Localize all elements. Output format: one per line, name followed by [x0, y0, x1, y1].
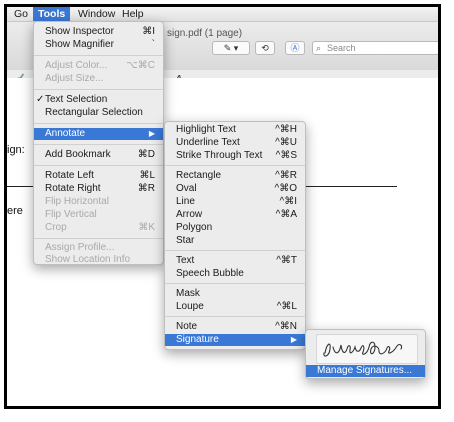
- signature-image: [323, 341, 403, 357]
- menu-bar: Go Tools Window Help: [7, 7, 438, 22]
- highlight-text-item[interactable]: Highlight Text ^⌘H: [165, 124, 305, 136]
- menu-separator: [165, 165, 305, 166]
- show-magnifier-item[interactable]: Show Magnifier `: [34, 39, 163, 51]
- flip-vertical-item: Flip Vertical: [45, 209, 97, 220]
- rectangular-selection-item[interactable]: Rectangular Selection: [34, 107, 163, 119]
- checkmark-icon: ✓: [36, 94, 45, 105]
- rotate-button[interactable]: ⟲: [255, 41, 275, 55]
- menu-separator: [34, 55, 163, 56]
- polygon-item[interactable]: Polygon: [165, 222, 305, 234]
- menu-window[interactable]: Window: [73, 7, 120, 21]
- oval-item[interactable]: Oval ^⌘O: [165, 183, 305, 195]
- document-text-sign: ign:: [7, 144, 25, 156]
- submenu-arrow-icon: ▶: [290, 335, 297, 344]
- manage-signatures-item[interactable]: Manage Signatures...: [306, 365, 425, 377]
- submenu-arrow-icon: ▶: [148, 129, 155, 138]
- underline-text-item[interactable]: Underline Text ^⌘U: [165, 137, 305, 149]
- menu-go[interactable]: Go: [9, 7, 33, 21]
- star-item[interactable]: Star: [165, 235, 305, 247]
- document-text-here: ere: [7, 205, 23, 217]
- annotate-item[interactable]: Annotate ▶: [34, 128, 163, 140]
- markup-circle-icon: Ⓐ: [290, 43, 300, 53]
- arrow-item[interactable]: Arrow ^⌘A: [165, 209, 305, 221]
- show-location-info-item: Show Location Info: [45, 254, 131, 265]
- rectangle-item[interactable]: Rectangle ^⌘R: [165, 170, 305, 182]
- menu-separator: [165, 250, 305, 251]
- text-selection-item[interactable]: ✓ Text Selection: [34, 94, 163, 106]
- chevron-down-icon: ▾: [231, 43, 239, 53]
- search-field[interactable]: ⌕ Search: [312, 41, 438, 55]
- menu-separator: [165, 316, 305, 317]
- menu-separator: [34, 165, 163, 166]
- menu-separator: [165, 283, 305, 284]
- menu-help[interactable]: Help: [117, 7, 149, 21]
- loupe-item[interactable]: Loupe ^⌘L: [165, 301, 305, 313]
- search-placeholder: Search: [327, 43, 356, 53]
- signature-submenu: Manage Signatures...: [305, 329, 426, 379]
- tools-menu: Show Inspector ⌘I Show Magnifier ` Adjust …: [33, 21, 164, 265]
- adjust-color-item: Adjust Color... ⌥⌘C: [45, 60, 155, 71]
- menu-separator: [34, 123, 163, 124]
- add-bookmark-item[interactable]: Add Bookmark ⌘D: [34, 149, 163, 161]
- rotate-icon: ⟲: [261, 43, 269, 53]
- menu-separator: [34, 89, 163, 90]
- menu-tools[interactable]: Tools: [33, 7, 71, 21]
- document-title: sign.pdf (1 page): [167, 28, 243, 39]
- rotate-right-item[interactable]: Rotate Right ⌘R: [34, 183, 163, 195]
- annotate-submenu: Highlight Text ^⌘H Underline Text ^⌘U Stri…: [164, 121, 306, 350]
- line-item[interactable]: Line ^⌘I: [165, 196, 305, 208]
- window-frame: Go Tools Window Help sign.pdf (1 page) ✎…: [4, 4, 441, 409]
- assign-profile-item: Assign Profile...: [45, 242, 115, 253]
- adjust-size-item: Adjust Size...: [45, 73, 104, 84]
- signature-item[interactable]: Signature ▶: [165, 334, 305, 346]
- pen-markup-button[interactable]: ✎ ▾: [212, 41, 250, 55]
- mask-item[interactable]: Mask: [165, 288, 305, 300]
- flip-horizontal-item: Flip Horizontal: [45, 196, 109, 207]
- menu-separator: [34, 238, 163, 239]
- crop-item: Crop ⌘K: [45, 222, 155, 233]
- menu-separator: [34, 144, 163, 145]
- search-icon: ⌕: [316, 43, 322, 53]
- text-item[interactable]: Text ^⌘T: [165, 255, 305, 267]
- rotate-left-item[interactable]: Rotate Left ⌘L: [34, 170, 163, 182]
- note-item[interactable]: Note ^⌘N: [165, 321, 305, 333]
- saved-signature-thumbnail[interactable]: [316, 334, 418, 364]
- show-inspector-item[interactable]: Show Inspector ⌘I: [34, 26, 163, 38]
- speech-bubble-item[interactable]: Speech Bubble: [165, 268, 305, 280]
- markup-toggle-button[interactable]: Ⓐ: [285, 41, 305, 55]
- strike-through-text-item[interactable]: Strike Through Text ^⌘S: [165, 150, 305, 162]
